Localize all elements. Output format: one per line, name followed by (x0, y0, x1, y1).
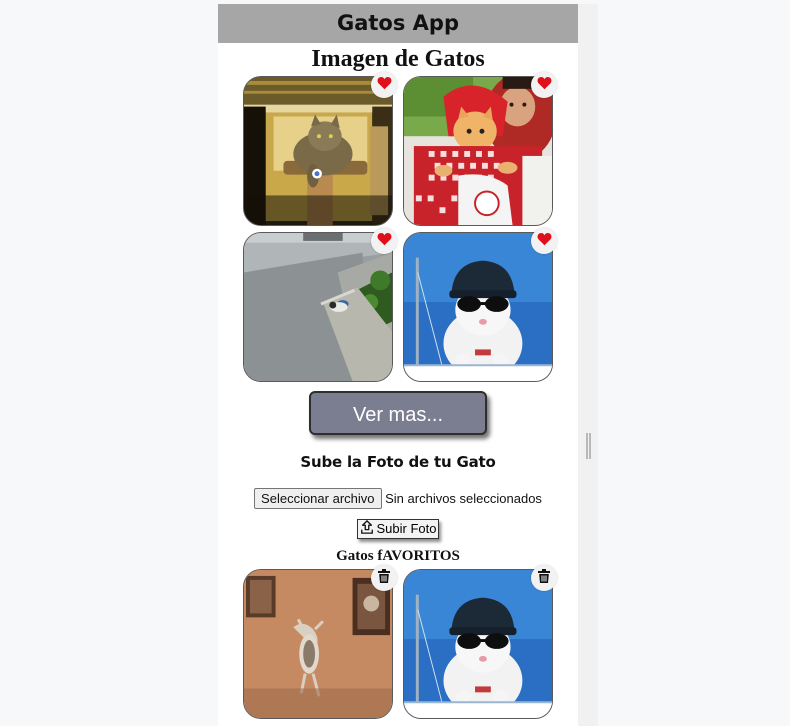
upload-photo-button[interactable]: Subir Foto (356, 519, 440, 539)
favorite-button[interactable] (531, 228, 557, 254)
heart-icon (377, 232, 392, 251)
cat-image (243, 232, 393, 382)
app-title: Gatos App (336, 11, 459, 35)
choose-file-button[interactable]: Seleccionar archivo (254, 488, 382, 509)
upload-title: Sube la Foto de tu Gato (300, 453, 496, 471)
heart-icon (537, 76, 552, 95)
see-more-button[interactable]: Ver mas... (309, 391, 487, 435)
favorites-grid (243, 565, 557, 719)
file-status-text: Sin archivos seleccionados (385, 491, 542, 506)
upload-icon (360, 519, 374, 539)
favorite-button[interactable] (371, 228, 397, 254)
app-page: Gatos App Imagen de Gatos Ver mas... Sub… (218, 4, 578, 726)
cat-image (403, 569, 553, 719)
heart-icon (377, 76, 392, 95)
cat-image (403, 232, 553, 382)
heart-icon (537, 232, 552, 251)
scrollbar-track (578, 4, 598, 726)
gallery-item (403, 72, 557, 226)
delete-favorite-button[interactable] (531, 565, 557, 591)
trash-icon (378, 568, 390, 588)
favorites-title: Gatos fAVORITOS (336, 548, 460, 564)
favorite-button[interactable] (371, 72, 397, 98)
delete-favorite-button[interactable] (371, 565, 397, 591)
upload-photo-label: Subir Foto (376, 521, 437, 536)
panel-resize-handle[interactable] (586, 433, 591, 459)
cat-image (403, 76, 553, 226)
cat-image (243, 569, 393, 719)
favorite-button[interactable] (531, 72, 557, 98)
gallery-item (403, 228, 557, 382)
file-input: Seleccionar archivo Sin archivos selecci… (218, 488, 578, 509)
gallery-item (243, 72, 397, 226)
gallery-item (243, 228, 397, 382)
app-header: Gatos App (218, 4, 578, 43)
gallery-title: Imagen de Gatos (311, 46, 485, 72)
gallery-grid (243, 72, 557, 382)
favorite-item (243, 565, 397, 719)
trash-icon (538, 568, 550, 588)
cat-image (243, 76, 393, 226)
favorite-item (403, 565, 557, 719)
